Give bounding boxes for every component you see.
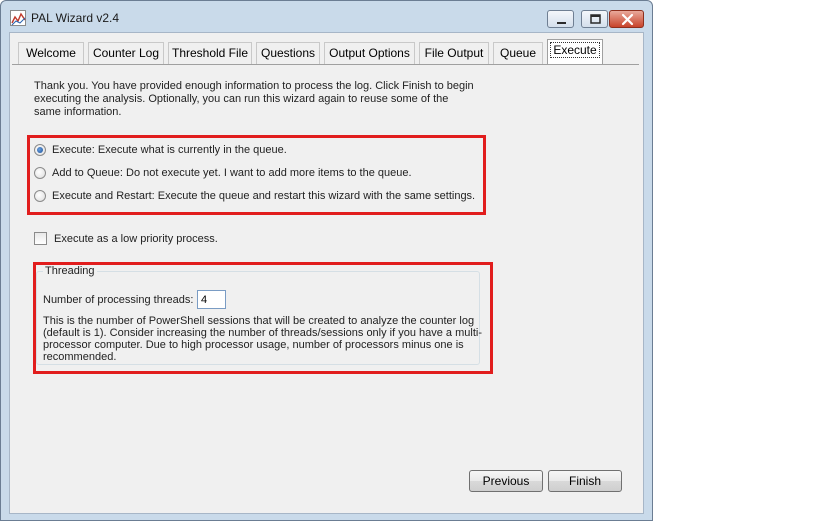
tab-pane-border	[12, 64, 639, 65]
maximize-icon	[590, 14, 601, 24]
tab-welcome[interactable]: Welcome	[18, 42, 84, 64]
radio-label: Execute and Restart: Execute the queue a…	[52, 190, 476, 202]
tab-label: Counter Log	[92, 46, 160, 60]
threads-input[interactable]	[197, 290, 226, 309]
threads-help-text: This is the number of PowerShell session…	[43, 315, 482, 363]
tab-label: Output Options	[329, 46, 410, 60]
tab-threshold-file[interactable]: Threshold File	[168, 42, 252, 64]
threading-legend: Threading	[43, 265, 97, 277]
chart-icon	[10, 10, 26, 26]
pal-wizard-window: PAL Wizard v2.4 Welcome Counter Log Thre…	[0, 0, 653, 521]
tab-questions[interactable]: Questions	[256, 42, 320, 64]
finish-button[interactable]: Finish	[548, 470, 622, 492]
wizard-client-area: Welcome Counter Log Threshold File Quest…	[9, 32, 644, 514]
close-icon	[621, 13, 634, 26]
window-title: PAL Wizard v2.4	[31, 11, 120, 25]
tab-label: Execute	[550, 42, 600, 58]
tab-strip: Welcome Counter Log Threshold File Quest…	[12, 39, 643, 65]
minimize-icon	[557, 22, 566, 24]
tab-counter-log[interactable]: Counter Log	[88, 42, 164, 64]
threads-label: Number of processing threads:	[43, 294, 194, 306]
tab-label: File Output	[424, 46, 484, 60]
tab-label: Welcome	[26, 46, 76, 60]
tab-execute[interactable]: Execute	[547, 39, 603, 65]
tab-queue[interactable]: Queue	[493, 42, 543, 64]
radio-button-selected[interactable]	[34, 144, 46, 156]
previous-button[interactable]: Previous	[469, 470, 543, 492]
tab-file-output[interactable]: File Output	[419, 42, 489, 64]
maximize-button[interactable]	[581, 10, 608, 28]
minimize-button[interactable]	[547, 10, 574, 28]
tab-label: Threshold File	[171, 46, 249, 60]
radio-button[interactable]	[34, 167, 46, 179]
close-button[interactable]	[609, 10, 644, 28]
radio-label: Add to Queue: Do not execute yet. I want…	[52, 167, 412, 179]
intro-text: Thank you. You have provided enough info…	[34, 80, 474, 118]
tab-label: Questions	[260, 46, 316, 60]
low-priority-checkbox[interactable]	[34, 232, 47, 245]
tab-output-options[interactable]: Output Options	[324, 42, 415, 64]
tab-label: Queue	[499, 46, 537, 60]
radio-button[interactable]	[34, 190, 46, 202]
radio-label: Execute: Execute what is currently in th…	[52, 144, 287, 156]
low-priority-label: Execute as a low priority process.	[54, 233, 218, 245]
